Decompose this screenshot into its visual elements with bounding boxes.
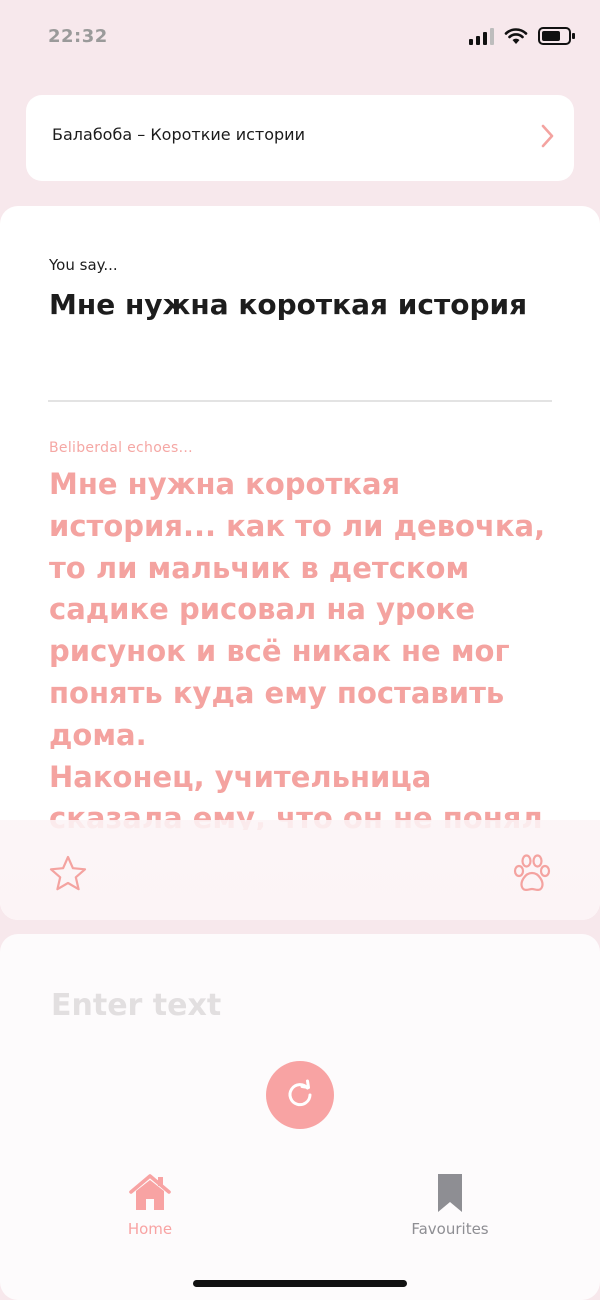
home-indicator — [193, 1280, 407, 1287]
paw-icon[interactable] — [510, 852, 554, 896]
you-say-label: You say... — [49, 256, 118, 274]
text-input[interactable] — [49, 982, 553, 1028]
tab-favourites-label: Favourites — [411, 1220, 489, 1238]
refresh-icon — [288, 1079, 312, 1107]
regenerate-button[interactable] — [266, 1061, 334, 1129]
status-bar: 22:32 — [0, 0, 600, 70]
home-icon — [129, 1174, 171, 1210]
style-selector[interactable]: Балабоба – Короткие истории — [26, 95, 574, 181]
divider — [48, 400, 552, 402]
input-card — [0, 934, 600, 1300]
generated-story-text: Мне нужна короткая история... как то ли … — [49, 467, 546, 830]
cellular-signal-icon — [469, 27, 494, 45]
status-time: 22:32 — [48, 26, 108, 47]
battery-icon — [538, 27, 575, 45]
wifi-icon — [504, 28, 528, 44]
tab-home[interactable]: Home — [100, 1172, 200, 1252]
tab-home-label: Home — [127, 1220, 173, 1238]
status-icons — [469, 26, 576, 46]
style-selector-label: Балабоба – Короткие истории — [52, 125, 305, 144]
chevron-right-icon — [541, 124, 554, 148]
echoes-label: Beliberdal echoes... — [49, 440, 193, 456]
tab-favourites[interactable]: Favourites — [400, 1172, 500, 1252]
result-card: You say... Мне нужна короткая история Be… — [0, 206, 600, 920]
favourite-star-icon[interactable] — [48, 854, 88, 894]
prompt-text: Мне нужна короткая история — [49, 288, 528, 321]
bookmark-icon — [438, 1174, 462, 1212]
